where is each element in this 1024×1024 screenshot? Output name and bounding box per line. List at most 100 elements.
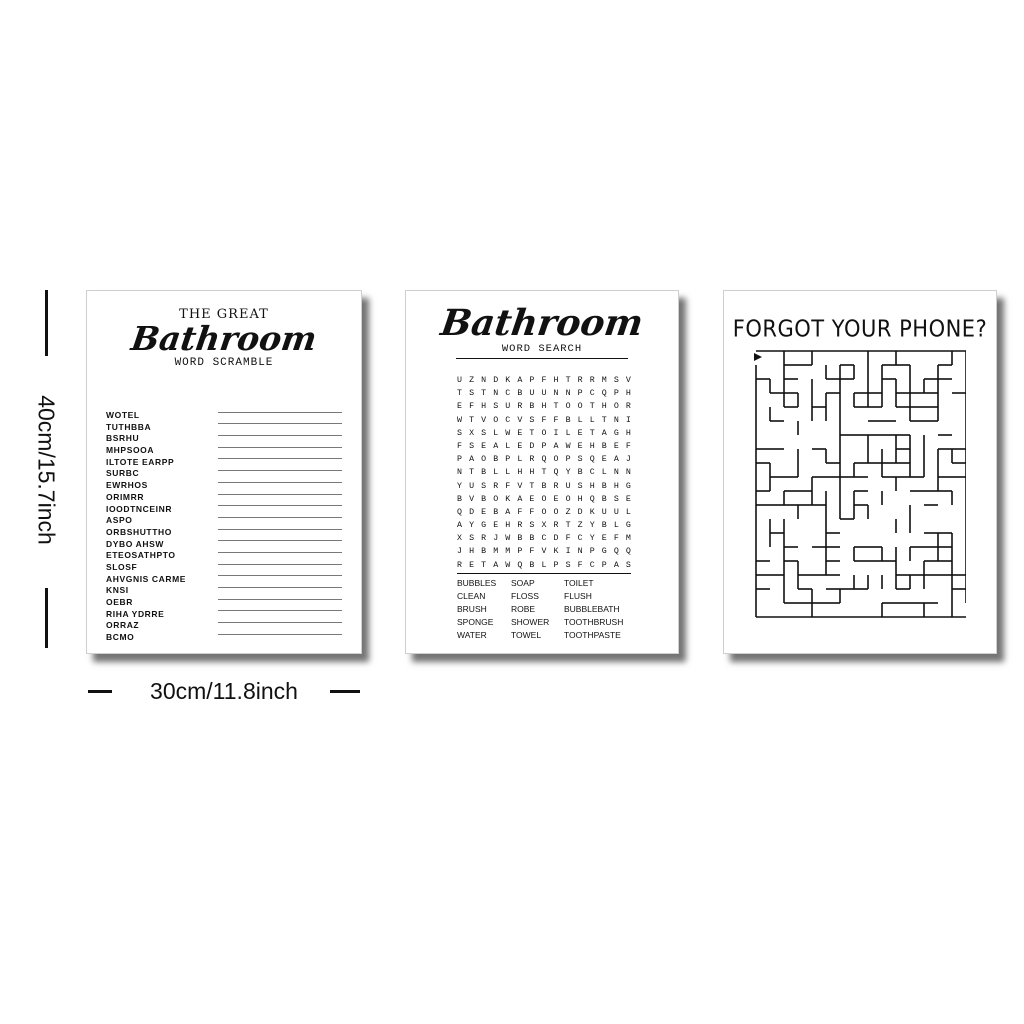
grid-letter: R [481, 534, 487, 544]
grid-letter: T [553, 402, 559, 412]
grid-letter: L [493, 428, 499, 438]
grid-letter: B [529, 560, 535, 570]
grid-letter: V [517, 415, 523, 425]
search-word: CLEAN [457, 591, 486, 601]
grid-letter: B [601, 494, 607, 504]
grid-letter: Q [589, 494, 595, 504]
grid-letter: N [613, 415, 619, 425]
grid-row: TSTNCBUUNNPCQPH [457, 387, 631, 400]
grid-letter: H [589, 441, 595, 451]
scramble-row: ETEOSATHPTO [106, 543, 346, 560]
grid-letter: F [577, 560, 583, 570]
grid-letter: N [577, 547, 583, 557]
grid-letter: T [469, 415, 475, 425]
grid-letter: A [517, 494, 523, 504]
grid-letter: I [565, 547, 571, 557]
answer-line [218, 458, 342, 460]
grid-letter: B [457, 494, 462, 504]
grid-letter: T [589, 402, 595, 412]
grid-letter: A [553, 441, 559, 451]
search-word: SHOWER [511, 617, 550, 627]
grid-letter: Q [613, 547, 619, 557]
grid-letter: A [493, 560, 499, 570]
grid-letter: F [529, 507, 535, 517]
grid-letter: D [493, 376, 499, 385]
grid-letter: M [625, 534, 631, 544]
grid-letter: R [529, 455, 535, 465]
scramble-subtitle: WORD SCRAMBLE [174, 357, 274, 369]
grid-letter: F [469, 402, 475, 412]
grid-letter: T [529, 428, 535, 438]
grid-row: UZNDKAPFHTRRMSV [457, 374, 631, 387]
grid-letter: V [541, 547, 547, 557]
grid-letter: O [553, 455, 559, 465]
scramble-row: ORRAZ [106, 613, 346, 630]
grid-letter: L [565, 428, 571, 438]
grid-letter: U [541, 389, 547, 399]
grid-letter: T [481, 560, 487, 570]
grid-letter: W [565, 441, 571, 451]
search-word: SPONGE [457, 617, 494, 627]
grid-letter: R [553, 481, 559, 491]
grid-letter: R [625, 402, 631, 412]
search-word: BUBBLEBATH [564, 604, 620, 614]
grid-letter: U [469, 481, 475, 491]
answer-line [218, 587, 342, 588]
grid-letter: E [481, 507, 487, 517]
grid-letter: S [493, 402, 499, 412]
grid-letter: R [493, 481, 499, 491]
search-word: TOOTHPASTE [564, 630, 621, 640]
grid-letter: S [469, 441, 475, 451]
grid-letter: F [457, 441, 462, 451]
grid-letter: S [481, 428, 487, 438]
maze-graphic [754, 350, 966, 618]
grid-letter: B [493, 455, 499, 465]
answer-line [218, 446, 342, 448]
search-subtitle: WORD SEARCH [501, 343, 583, 355]
scramble-row: KNSI [106, 578, 346, 595]
answer-line [218, 423, 342, 425]
grid-letter: U [505, 402, 511, 412]
grid-letter: D [577, 507, 583, 517]
grid-letter: H [481, 402, 487, 412]
grid-letter: T [589, 428, 595, 438]
answer-line [218, 551, 342, 553]
grid-letter: Q [589, 455, 595, 465]
grid-letter: C [505, 389, 511, 399]
grid-letter: K [589, 507, 595, 517]
grid-letter: O [613, 402, 619, 412]
grid-letter: P [565, 455, 571, 465]
grid-letter: S [529, 415, 535, 425]
grid-letter: X [541, 521, 547, 531]
grid-letter: J [493, 534, 499, 544]
grid-letter: A [505, 507, 511, 517]
grid-letter: L [505, 468, 511, 478]
grid-letter: W [505, 534, 511, 544]
answer-line [218, 470, 342, 472]
grid-letter: P [457, 455, 462, 465]
grid-letter: S [469, 534, 475, 544]
grid-row: QDEBAFFOOZDKUUL [457, 506, 631, 519]
grid-row: XSRJWBBCDFCYEFM [457, 532, 631, 545]
grid-letter: A [493, 441, 499, 451]
scramble-row: SURBC [106, 461, 346, 478]
maze-title: FORGOT YOUR PHONE? [732, 315, 988, 343]
search-word: WATER [457, 630, 487, 640]
grid-letter: P [529, 376, 535, 385]
grid-letter: M [493, 547, 499, 557]
grid-letter: S [469, 389, 475, 399]
grid-letter: A [469, 455, 475, 465]
grid-letter: L [577, 415, 583, 425]
grid-letter: T [565, 376, 571, 385]
grid-letter: Y [469, 521, 475, 531]
grid-letter: I [625, 415, 631, 425]
grid-letter: T [481, 389, 487, 399]
grid-letter: E [577, 428, 583, 438]
grid-letter: G [625, 481, 631, 491]
grid-letter: V [469, 494, 475, 504]
grid-letter: G [601, 547, 607, 557]
grid-letter: M [505, 547, 511, 557]
grid-row: WTVOCVSFFBLLTNI [457, 414, 631, 427]
grid-letter: H [589, 481, 595, 491]
scramble-row: ASPO [106, 508, 346, 525]
